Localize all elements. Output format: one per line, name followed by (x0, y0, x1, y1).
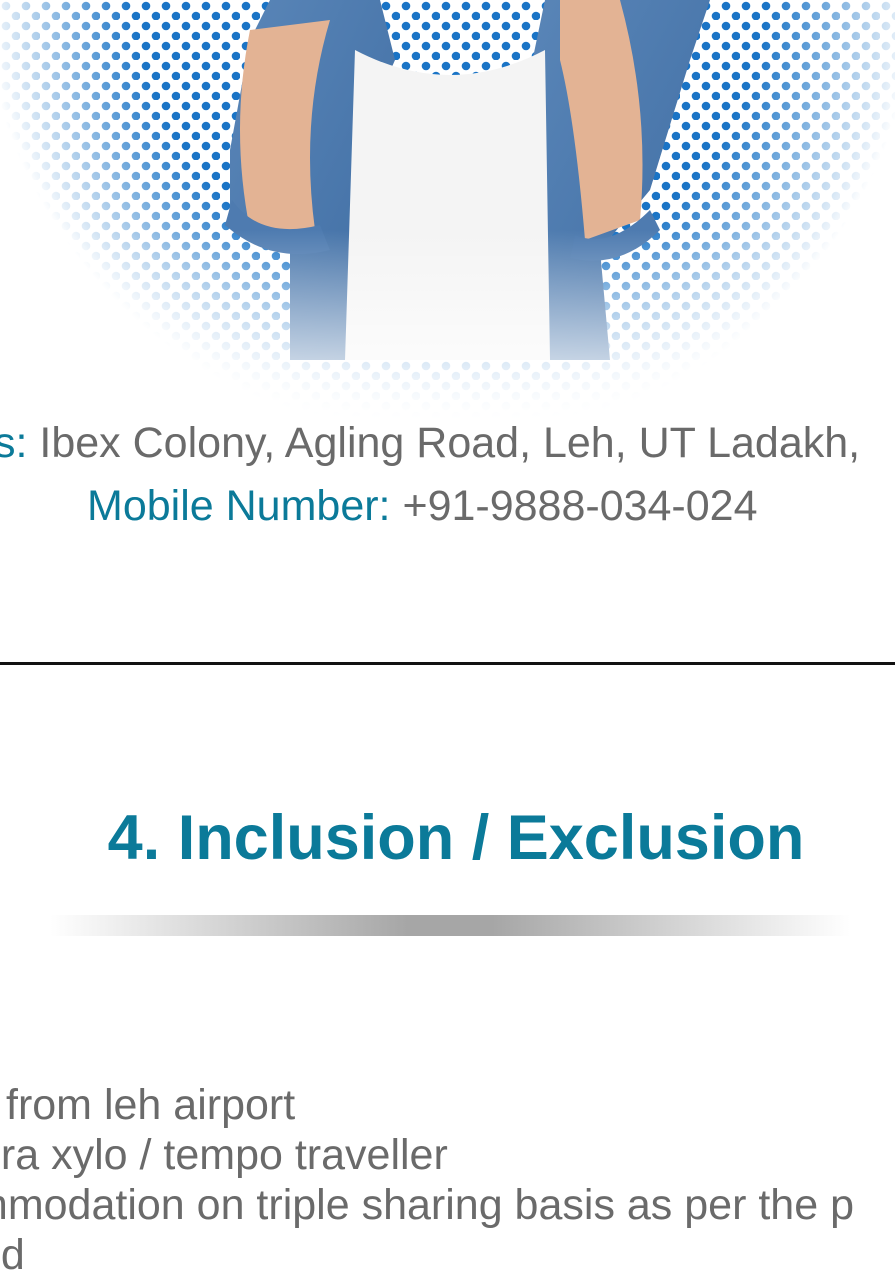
contact-address: s: Ibex Colony, Agling Road, Leh, UT Lad… (0, 418, 860, 468)
hero-illustration (0, 0, 895, 420)
list-item: mmodation on triple sharing basis as per… (0, 1181, 854, 1229)
contact-mobile: Mobile Number: +91-9888-034-024 (87, 481, 758, 531)
mobile-label: Mobile Number: (87, 482, 391, 530)
list-item: dra xylo / tempo traveller (0, 1131, 448, 1179)
mobile-value[interactable]: +91-9888-034-024 (402, 482, 757, 530)
list-item: from leh airport (6, 1081, 296, 1129)
address-label: s: (0, 419, 28, 467)
title-underline-bar (50, 915, 850, 936)
list-item: ed (0, 1231, 25, 1279)
section-title: 4. Inclusion / Exclusion (107, 803, 805, 873)
section-divider (0, 662, 895, 665)
hero-photo (0, 0, 895, 420)
address-value: Ibex Colony, Agling Road, Leh, UT Ladakh… (39, 419, 861, 467)
